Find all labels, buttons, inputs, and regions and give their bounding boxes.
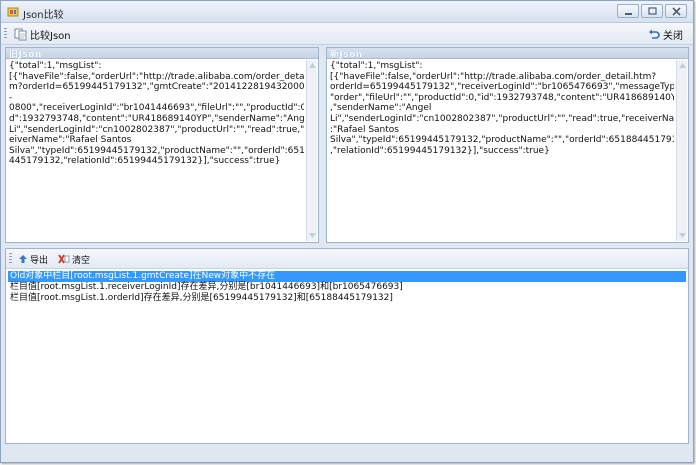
old-json-title: 旧Json xyxy=(9,50,42,60)
vertical-splitter[interactable] xyxy=(319,47,326,243)
undo-arrow-icon xyxy=(649,29,660,39)
result-row[interactable]: Old对象中栏目[root.msgList.1.gmtCreate]在New对象… xyxy=(8,271,686,282)
json-line: eiverName":"Rafael Santos xyxy=(9,135,132,146)
scroll-down-icon[interactable] xyxy=(679,233,686,238)
scroll-up-icon[interactable] xyxy=(679,63,686,68)
json-line: {"total":1,"msgList": xyxy=(9,61,102,71)
result-toolbar: 导出 清空 xyxy=(6,249,688,269)
old-json-textbox[interactable]: {"total":1,"msgList": [{"haveFile":false,… xyxy=(9,61,304,240)
minimize-button[interactable] xyxy=(617,4,639,18)
json-line: m?orderId=65199445179132","gmtCreate":"2… xyxy=(9,82,304,93)
new-json-header: 新Json xyxy=(327,48,688,60)
new-json-scrollbar[interactable] xyxy=(676,60,687,241)
json-line: "order","fileUrl":"","productId":0,"id":… xyxy=(330,92,674,103)
export-label: 导出 xyxy=(30,255,49,266)
result-list[interactable]: Old对象中栏目[root.msgList.1.gmtCreate]在New对象… xyxy=(8,271,686,441)
result-row[interactable]: 栏目值[root.msgList.1.receiverLoginId]存在差异,… xyxy=(8,282,686,293)
maximize-button[interactable] xyxy=(641,4,663,18)
old-json-panel: 旧Json {"total":1,"msgList": [{"haveFile":… xyxy=(5,47,319,243)
result-panel: 导出 清空 Old对象中栏目[root.msgList.1.gmtCreate]… xyxy=(5,248,689,444)
json-line: [{"haveFile":false,"orderUrl":"http://tr… xyxy=(330,71,657,82)
json-line: d":1932793748,"content":"UR418689140YP",… xyxy=(9,113,304,124)
json-line: [{"haveFile":false,"orderUrl":"http://tr… xyxy=(9,71,304,82)
window-title: Json比较 xyxy=(23,10,64,21)
json-line: {"total":1,"msgList": xyxy=(330,61,423,71)
result-row[interactable]: 栏目值[root.msgList.1.orderId]存在差异,分别是[6519… xyxy=(8,293,686,304)
new-json-panel: 新Json {"total":1,"msgList": [{"haveFile":… xyxy=(326,47,689,243)
result-toolbar-grip[interactable] xyxy=(9,253,12,265)
clear-icon xyxy=(58,254,70,264)
json-line: 445179132,"relationId":65199445179132}],… xyxy=(9,156,281,167)
old-json-header: 旧Json xyxy=(6,48,318,60)
json-line: :"Rafael Santos xyxy=(330,124,399,135)
json-line: 0800","receiverLoginId":"br1041446693","… xyxy=(9,103,304,114)
app-icon xyxy=(7,7,19,17)
export-button[interactable]: 导出 xyxy=(18,252,48,266)
scroll-up-icon[interactable] xyxy=(309,63,316,68)
minimize-icon xyxy=(625,13,632,15)
close-icon xyxy=(672,7,681,16)
compare-json-button[interactable]: 比较Json xyxy=(11,26,74,42)
json-line: orderId=65199445179132","receiverLoginId… xyxy=(330,82,674,93)
compare-icon xyxy=(14,28,27,40)
json-line: Silva","typeId":65199445179132,"productN… xyxy=(330,135,674,146)
app-window: Json比较 比较Json 关闭 旧Json {"total":1,"msgLi… xyxy=(0,0,694,463)
json-line: Silva","typeId":65199445179132,"productN… xyxy=(9,145,304,156)
main-toolbar: 比较Json 关闭 xyxy=(1,23,693,45)
close-window-button[interactable] xyxy=(665,4,687,18)
old-json-scrollbar[interactable] xyxy=(306,60,317,241)
clear-label: 清空 xyxy=(72,255,91,266)
new-json-textbox[interactable]: {"total":1,"msgList": [{"haveFile":false,… xyxy=(330,61,674,240)
maximize-icon xyxy=(648,7,657,15)
status-bar xyxy=(1,444,693,462)
compare-json-label: 比较Json xyxy=(30,30,71,42)
json-line: ,"senderName":"Angel xyxy=(330,103,432,114)
close-button[interactable]: 关闭 xyxy=(645,26,686,42)
close-label: 关闭 xyxy=(663,30,683,42)
new-json-title: 新Json xyxy=(330,50,363,60)
json-line: - xyxy=(9,92,13,103)
json-line: Li","senderLoginId":"cn1002802387","prod… xyxy=(330,113,674,124)
toolbar-grip[interactable] xyxy=(4,28,7,40)
export-arrow-icon xyxy=(19,255,27,263)
json-line: Li","senderLoginId":"cn1002802387","prod… xyxy=(9,124,304,135)
json-line: ,"relationId":65199445179132}],"success"… xyxy=(330,145,550,156)
scroll-down-icon[interactable] xyxy=(309,233,316,238)
clear-button[interactable]: 清空 xyxy=(58,252,90,266)
title-bar[interactable]: Json比较 xyxy=(1,1,693,23)
